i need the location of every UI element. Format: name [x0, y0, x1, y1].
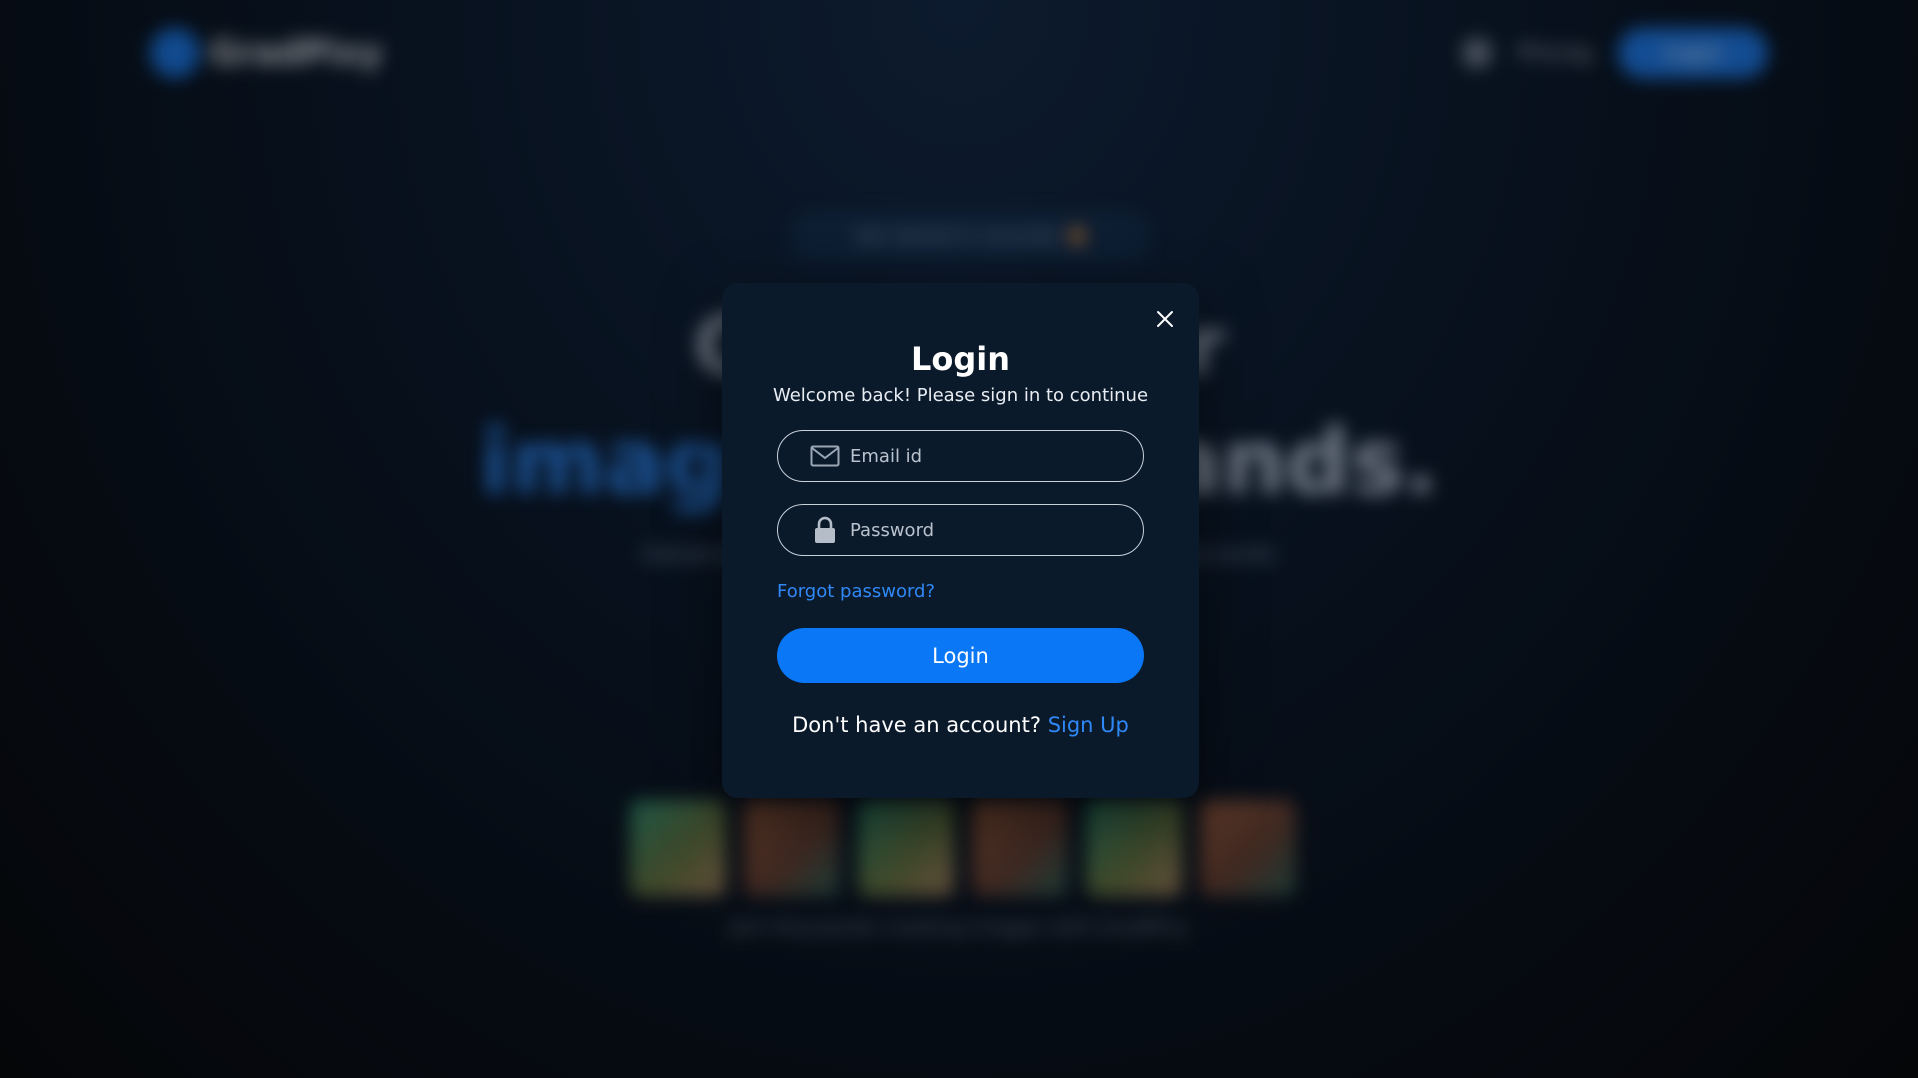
- lock-icon: [810, 516, 840, 543]
- thumbnail: [630, 800, 726, 896]
- logo-mark-icon: [150, 28, 200, 78]
- password-input[interactable]: [850, 519, 1140, 541]
- email-input[interactable]: [850, 445, 1140, 467]
- modal-subtitle: Welcome back! Please sign in to continue: [772, 385, 1149, 406]
- login-button[interactable]: Login: [777, 628, 1144, 683]
- thumbnail: [1200, 800, 1296, 896]
- thumbnail: [858, 800, 954, 896]
- signup-link[interactable]: Sign Up: [1048, 713, 1129, 737]
- close-icon: [1157, 311, 1173, 327]
- thumbnail-caption: Join thousands creating images with Grad…: [729, 915, 1189, 939]
- close-button[interactable]: [1153, 307, 1177, 331]
- announcement-text: Get started in seconds: [854, 225, 1058, 247]
- thumbnail: [744, 800, 840, 896]
- logo: GradPixy: [150, 28, 383, 78]
- nav-link-pricing: Pricing: [1517, 40, 1592, 66]
- mail-icon: [810, 443, 840, 469]
- password-field[interactable]: [777, 504, 1144, 556]
- thumbnail: [1086, 800, 1182, 896]
- forgot-password-link[interactable]: Forgot password?: [777, 581, 935, 602]
- email-field[interactable]: [777, 430, 1144, 482]
- sparkle-icon: [1067, 227, 1086, 245]
- thumbnail: [972, 800, 1068, 896]
- modal-title: Login: [910, 340, 1011, 378]
- login-modal: Login Welcome back! Please sign in to co…: [722, 283, 1199, 798]
- logo-text: GradPixy: [210, 33, 383, 73]
- theme-toggle-icon: [1461, 38, 1492, 68]
- sample-thumbnails: [630, 800, 1296, 896]
- signup-prompt-text: Don't have an account?: [792, 713, 1041, 737]
- signup-prompt: Don't have an account? Sign Up: [722, 713, 1199, 737]
- nav-login-button: Login: [1618, 28, 1768, 78]
- announcement-pill: Get started in seconds: [790, 212, 1150, 260]
- top-nav: Pricing Login: [1461, 28, 1768, 78]
